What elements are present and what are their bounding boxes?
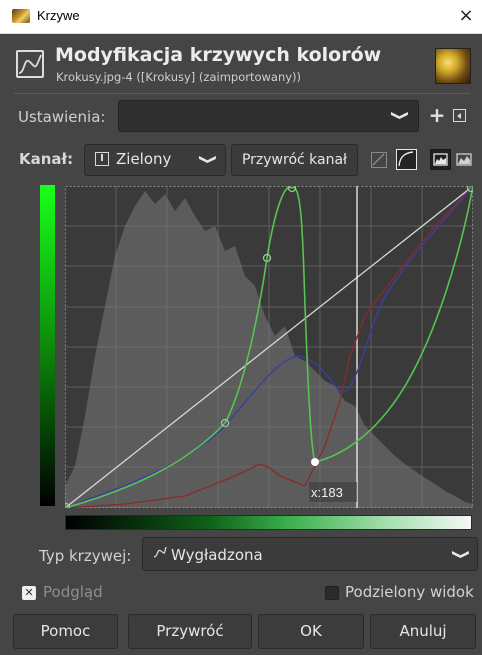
ok-button[interactable]: OK <box>258 614 364 649</box>
cursor-readout: x:183 <box>311 485 343 500</box>
reset-channel-button[interactable]: Przywróć kanał <box>231 144 358 176</box>
chevron-down-icon[interactable]: ❯ <box>390 108 410 123</box>
split-view-label[interactable]: Podzielony widok <box>345 583 474 601</box>
settings-menu-icon[interactable] <box>453 109 466 122</box>
histogram-view-icon[interactable] <box>430 149 451 170</box>
active-control-point <box>311 458 319 466</box>
preview-checkbox[interactable]: ✕ <box>22 586 36 600</box>
curves-graph[interactable]: x:183 <box>65 186 473 508</box>
settings-label: Ustawienia: <box>18 108 106 126</box>
chevron-down-icon[interactable]: ❯ <box>198 152 218 167</box>
vertical-gradient-bar <box>40 185 55 506</box>
preview-label[interactable]: Podgląd <box>43 583 103 601</box>
channel-value: Zielony <box>116 150 172 168</box>
chevron-down-icon[interactable]: ❯ <box>451 547 471 562</box>
window-title: Krzywe <box>37 8 80 23</box>
settings-combo[interactable] <box>118 100 419 132</box>
app-icon <box>12 9 30 23</box>
dialog-subtitle: Krokusy.jpg-4 ([Krokusy] (zaimportowany)… <box>56 70 302 84</box>
curves-icon <box>16 50 44 78</box>
close-icon[interactable]: × <box>455 4 477 28</box>
channel-label: Kanał: <box>19 150 74 168</box>
curve-type-value: Wygładzona <box>171 546 263 564</box>
horizontal-gradient-bar <box>65 515 472 530</box>
reset-button[interactable]: Przywróć <box>128 614 252 649</box>
split-view-checkbox[interactable] <box>325 586 339 600</box>
dialog-title: Modyfikacja krzywych kolorów <box>55 44 382 66</box>
linear-histogram-icon[interactable] <box>371 152 387 168</box>
histogram-view-alt-icon[interactable] <box>456 152 472 167</box>
image-thumbnail <box>435 48 471 84</box>
help-button[interactable]: Pomoc <box>13 614 118 649</box>
header-separator <box>14 93 470 94</box>
channel-icon <box>95 152 109 166</box>
log-histogram-icon[interactable] <box>396 149 417 170</box>
cancel-button[interactable]: Anuluj <box>370 614 476 649</box>
add-preset-button[interactable]: + <box>428 102 446 128</box>
curve-type-label: Typ krzywej: <box>39 547 132 565</box>
